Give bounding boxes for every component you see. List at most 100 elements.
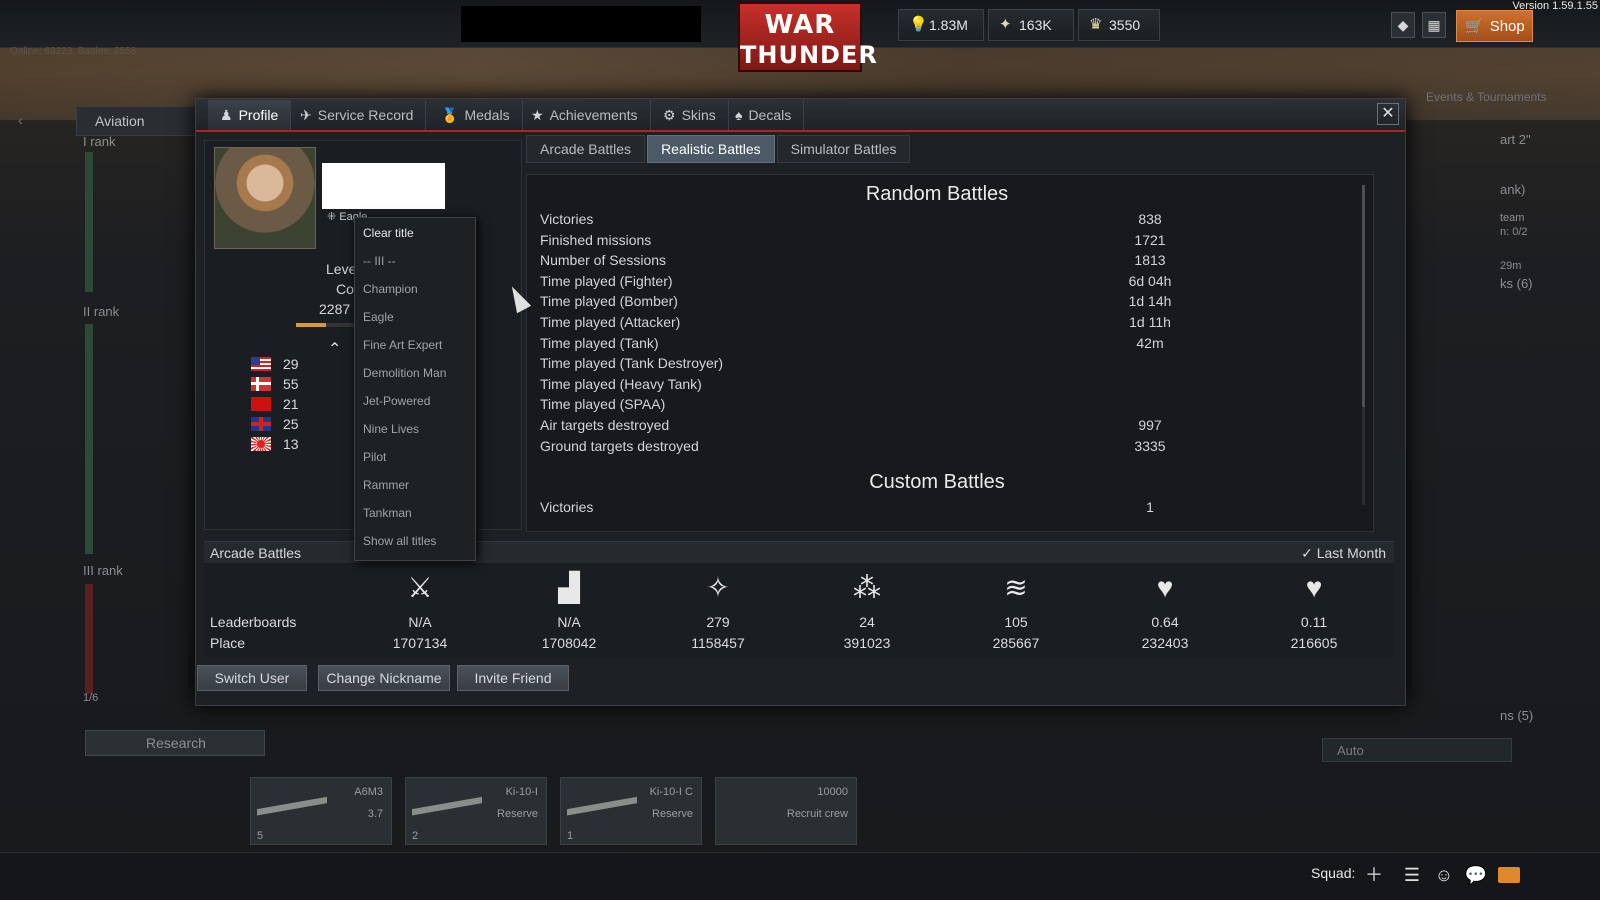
podium-icon: ▟ — [558, 572, 580, 603]
stat-value: 1d 14h — [1128, 293, 1172, 310]
premium-icon[interactable]: ◆ — [1391, 12, 1415, 38]
squad-label: Squad: — [1311, 865, 1356, 881]
bg-right-text: team — [1500, 212, 1525, 224]
stat-label: Finished missions — [540, 231, 652, 248]
last-month-toggle[interactable]: ✓ Last Month — [1301, 545, 1386, 562]
leaderboard-place: 1708042 — [541, 635, 597, 651]
shop-button[interactable]: 🛒 Shop — [1456, 10, 1533, 42]
silver-lions-display[interactable]: 💡 1.83M — [898, 9, 984, 41]
change-nickname-button[interactable]: Change Nickname — [318, 665, 450, 691]
chevron-left-icon[interactable]: ‹ — [18, 112, 23, 128]
stat-label: Time played (Heavy Tank) — [540, 375, 702, 392]
vehicle-card[interactable]: A6M3 3.7 5 — [250, 777, 392, 845]
events-tournaments-link[interactable]: Events & Tournaments — [1426, 90, 1547, 104]
chat-icon[interactable]: 💬 — [1464, 863, 1488, 887]
leaderboard-value: N/A — [408, 614, 432, 630]
research-points-value: 163K — [1019, 17, 1052, 33]
medal-icon: 🏅 — [441, 106, 459, 123]
vehicle-card[interactable]: Ki-10-I C Reserve 1 — [560, 777, 702, 845]
title-menu-item[interactable]: Rammer — [363, 478, 409, 492]
title-dropdown-menu: Clear title -- III -- Champion Eagle Fine Ar… — [354, 217, 476, 561]
war-thunder-logo[interactable]: WAR THUNDER — [738, 2, 877, 72]
random-battles-heading: Random Battles — [865, 183, 1009, 205]
germany-flag-icon — [251, 377, 271, 391]
level-label: Leve — [326, 261, 357, 277]
tab-service-record[interactable]: ✈ Service Record — [288, 100, 427, 130]
stat-row: Victories 1 — [540, 499, 1340, 520]
country-row — [251, 415, 271, 433]
xp-progress-bar — [296, 323, 356, 327]
title-menu-item[interactable]: Clear title — [363, 226, 414, 240]
title-menu-item[interactable]: Fine Art Expert — [363, 338, 442, 352]
title-menu-item[interactable]: Jet-Powered — [363, 394, 430, 408]
title-menu-item[interactable]: Pilot — [363, 450, 386, 464]
switch-user-button[interactable]: Switch User — [197, 665, 307, 691]
leaderboard-value: 0.64 — [1151, 614, 1179, 630]
xp-progress-fill — [296, 323, 326, 327]
custom-battles-heading: Custom Battles — [869, 471, 1005, 493]
title-menu-item[interactable]: Nine Lives — [363, 422, 419, 436]
tab-arcade-battles[interactable]: Arcade Battles — [526, 135, 646, 163]
aviation-tab[interactable]: Aviation — [76, 106, 202, 136]
rank-bar — [85, 584, 93, 694]
title-menu-item[interactable]: Demolition Man — [363, 366, 446, 380]
list-icon[interactable]: ☰ — [1400, 863, 1424, 887]
tab-medals[interactable]: 🏅 Medals — [429, 100, 523, 130]
close-button[interactable]: ✕ — [1377, 103, 1399, 125]
invite-friend-button[interactable]: Invite Friend — [457, 665, 569, 691]
tab-achievements[interactable]: ★ Achievements — [519, 100, 651, 130]
bottom-bar: Squad: ＋ ☰ ☺ 💬 — [0, 852, 1600, 900]
tab-decals[interactable]: ♠ Decals — [723, 100, 805, 130]
stat-label: Time played (Tank Destroyer) — [540, 355, 724, 372]
profile-tabs-bar: ♟ Profile ✈ Service Record 🏅 Medals ★ Ac… — [196, 99, 1405, 132]
tab-profile[interactable]: ♟ Profile — [208, 100, 292, 130]
leaderboard-place: 1158457 — [691, 635, 745, 651]
decal-icon: ♠ — [735, 107, 743, 123]
research-button[interactable]: Research — [85, 730, 265, 756]
research-points-display[interactable]: ✦ 163K — [988, 9, 1074, 41]
title-menu-item[interactable]: Show all titles — [363, 534, 436, 548]
title-menu-item[interactable]: Tankman — [363, 506, 412, 520]
tab-label: Service Record — [317, 107, 414, 123]
country-value: 21 — [283, 396, 299, 412]
crew-count: 1 — [567, 830, 574, 842]
country-row — [251, 355, 271, 373]
vehicle-name: Ki-10-I C — [649, 786, 693, 798]
bg-right-text: ns (5) — [1500, 708, 1534, 723]
stat-label: Victories — [540, 499, 594, 515]
stat-label: Number of Sessions — [540, 252, 667, 269]
leaderboard-mode[interactable]: Arcade Battles — [210, 545, 301, 561]
recruit-cost: 10000 — [817, 786, 848, 798]
warbond-icon[interactable]: ▦ — [1422, 12, 1446, 38]
avatar[interactable] — [214, 147, 316, 249]
stats-scrollbar[interactable] — [1362, 185, 1365, 505]
leaderboard-value: 0.11 — [1300, 614, 1328, 630]
skin-icon: ⚙ — [663, 106, 676, 123]
tab-realistic-battles[interactable]: Realistic Battles — [647, 135, 775, 163]
recruit-crew-card[interactable]: 10000 Recruit crew — [715, 777, 857, 845]
contacts-icon[interactable]: ☺ — [1432, 863, 1456, 887]
stat-row: Victories 838 — [540, 211, 1340, 232]
stat-value: 1d 11h — [1129, 314, 1171, 330]
leaderboard-value: N/A — [557, 614, 581, 630]
tab-skins[interactable]: ⚙ Skins — [651, 100, 729, 130]
mail-icon[interactable] — [1498, 867, 1520, 883]
scrollbar-thumb[interactable] — [1362, 185, 1365, 407]
title-menu-item[interactable]: Eagle — [363, 310, 394, 324]
rank-label: II rank — [83, 304, 120, 319]
vehicle-card[interactable]: Ki-10-I Reserve 2 — [405, 777, 547, 845]
battle-stats-panel[interactable]: Random Battles Victories 838 Finished miss… — [526, 174, 1374, 532]
service-record-icon: ✈ — [300, 106, 312, 123]
rank-label: I rank — [83, 134, 116, 149]
title-menu-item[interactable]: -- III -- — [363, 254, 396, 268]
stat-row: Time played (Fighter) 6d 04h — [540, 273, 1340, 294]
golden-eagles-display[interactable]: ♛ 3550 — [1078, 9, 1160, 41]
add-squad-member-icon[interactable]: ＋ — [1362, 863, 1386, 887]
stat-label: Air targets destroyed — [540, 417, 670, 433]
auto-select[interactable]: Auto — [1322, 738, 1512, 762]
title-menu-item[interactable]: Champion — [363, 282, 418, 296]
country-value: 29 — [283, 356, 299, 372]
shop-label: Shop — [1489, 17, 1525, 35]
stat-row: Time played (SPAA) — [540, 396, 1340, 417]
tab-simulator-battles[interactable]: Simulator Battles — [776, 135, 911, 163]
